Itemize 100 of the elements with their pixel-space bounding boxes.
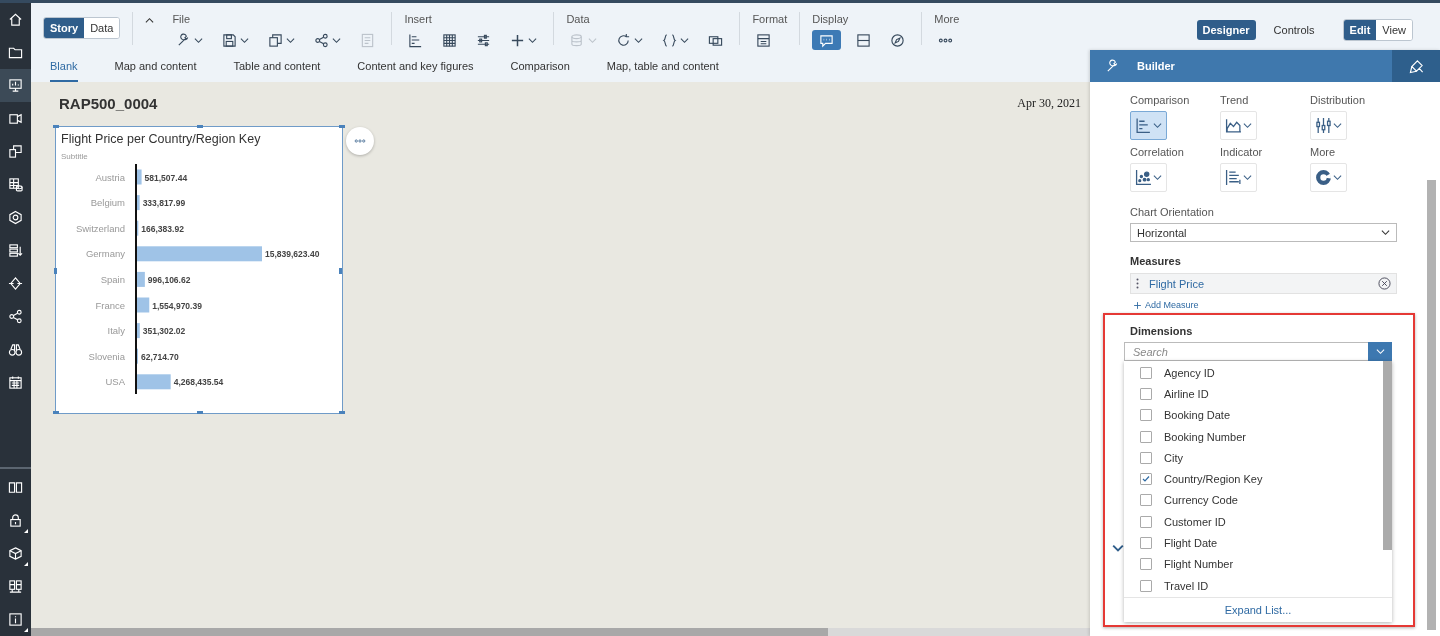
resize-handle[interactable] — [54, 268, 57, 274]
caret-down-icon — [528, 35, 538, 45]
perspective-tab[interactable]: Controls — [1267, 20, 1321, 40]
category-label: Austria — [95, 171, 125, 183]
list-item[interactable]: Country/Region Key — [1124, 468, 1369, 490]
category-label: Germany — [85, 248, 125, 260]
group-label: Display — [812, 13, 850, 26]
template-tab[interactable]: Comparison — [510, 50, 570, 82]
list-item[interactable]: City — [1124, 447, 1369, 469]
caret-up-icon — [145, 16, 155, 25]
dropdown-button[interactable] — [1368, 342, 1392, 361]
list-item[interactable]: Currency Code — [1124, 489, 1369, 512]
value-label: 166,383.92 — [141, 223, 184, 234]
chart-type-label: Indicator — [1220, 146, 1264, 158]
list-item[interactable]: Airline ID — [1124, 383, 1369, 405]
value-label: 1,554,970.39 — [152, 300, 202, 311]
list-item[interactable]: Travel ID — [1124, 574, 1369, 597]
value-label: 62,714.70 — [141, 351, 179, 362]
paintbrush-icon — [1408, 58, 1424, 74]
list-item[interactable]: Booking Number — [1124, 425, 1369, 448]
measure-chip[interactable]: Flight Price — [1130, 273, 1397, 294]
checkbox[interactable] — [1140, 558, 1152, 571]
chart-type-label: More — [1310, 146, 1337, 158]
bar — [137, 297, 150, 313]
checkbox[interactable] — [1140, 409, 1152, 422]
bar-chart-icon — [408, 32, 424, 48]
group-label: Insert — [404, 13, 433, 26]
resize-handle[interactable] — [339, 268, 342, 274]
list-item[interactable]: Flight Date — [1124, 532, 1369, 554]
mode-tab[interactable]: Story — [44, 18, 85, 38]
add-measure-link[interactable]: Add Measure — [1133, 300, 1199, 310]
checkbox[interactable] — [1140, 579, 1152, 592]
sliders-icon — [476, 32, 492, 48]
template-tab[interactable]: Content and key figures — [357, 50, 474, 82]
save-icon — [222, 32, 238, 48]
share-icon — [314, 32, 330, 48]
styling-button[interactable] — [1392, 50, 1440, 82]
checkbox[interactable] — [1140, 494, 1152, 507]
checkbox[interactable] — [1140, 366, 1152, 379]
template-tab[interactable]: Table and content — [233, 50, 321, 82]
remove-icon[interactable] — [1378, 277, 1391, 290]
list-item[interactable]: Booking Date — [1124, 404, 1369, 426]
checkbox[interactable] — [1140, 387, 1152, 400]
caret-down-icon — [1243, 173, 1252, 182]
list-item[interactable]: Agency ID — [1124, 362, 1369, 384]
resize-handle[interactable] — [53, 411, 59, 414]
search-field[interactable]: Search — [1124, 342, 1368, 361]
checkbox[interactable] — [1140, 451, 1152, 464]
checkbox[interactable] — [1140, 473, 1152, 486]
scrollbar[interactable] — [1383, 361, 1392, 550]
chart-type-button[interactable] — [1130, 111, 1167, 140]
toolbar-button[interactable] — [812, 30, 842, 50]
group-label: More — [934, 13, 960, 26]
windows-icon — [8, 144, 23, 159]
scatter-icon — [1135, 169, 1152, 186]
checkbox[interactable] — [1140, 537, 1152, 549]
columns-icon — [8, 579, 23, 594]
caret-down-icon — [634, 35, 644, 45]
binoculars-icon — [8, 342, 23, 357]
story-title: RAP500_0004 — [59, 95, 158, 112]
scrollbar[interactable] — [1427, 180, 1436, 630]
home-icon — [8, 12, 23, 27]
table-icon — [8, 177, 23, 192]
caret-down-icon — [1333, 173, 1342, 182]
checkbox[interactable] — [1140, 515, 1152, 528]
compass-icon — [890, 32, 906, 48]
resize-handle[interactable] — [339, 411, 345, 414]
orientation-dropdown[interactable]: Horizontal — [1130, 223, 1397, 242]
box-icon — [8, 546, 23, 561]
template-tab[interactable]: Map and content — [114, 50, 197, 82]
chevron-down-icon — [1112, 542, 1124, 554]
refresh-icon — [616, 32, 632, 48]
expand-list-link[interactable]: Expand List... — [1224, 604, 1292, 616]
template-tab[interactable]: Map, table and content — [606, 50, 719, 82]
share-icon — [8, 309, 23, 324]
perspective-tab[interactable]: Designer — [1196, 20, 1256, 40]
date-text: Apr 30, 2021 — [1017, 96, 1081, 111]
bar — [137, 271, 145, 287]
caret-down-icon — [680, 35, 690, 45]
list-item[interactable]: Flight Number — [1124, 553, 1369, 575]
resize-handle[interactable] — [197, 125, 203, 128]
caret-down-icon — [240, 35, 250, 45]
caret-down-icon — [588, 35, 598, 45]
value-label: 333,817.99 — [142, 198, 186, 209]
mode-tab[interactable]: Edit — [1343, 20, 1377, 40]
list-item[interactable]: Customer ID — [1124, 511, 1369, 533]
caret-down-icon — [1375, 347, 1385, 356]
split-view-icon — [856, 32, 872, 48]
bar — [137, 374, 171, 390]
value-label: 996,106.62 — [147, 274, 191, 285]
resize-handle[interactable] — [197, 411, 203, 414]
resize-handle[interactable] — [53, 125, 59, 128]
collapse-button[interactable] — [145, 16, 155, 25]
group-label: File — [172, 13, 192, 26]
scrollbar[interactable] — [31, 628, 1090, 636]
checkbox[interactable] — [1140, 430, 1152, 443]
field-label: Chart Orientation — [1130, 206, 1215, 218]
sidebar-item[interactable] — [0, 69, 31, 102]
panel-title: Builder — [1137, 60, 1175, 72]
resize-handle[interactable] — [339, 125, 345, 128]
